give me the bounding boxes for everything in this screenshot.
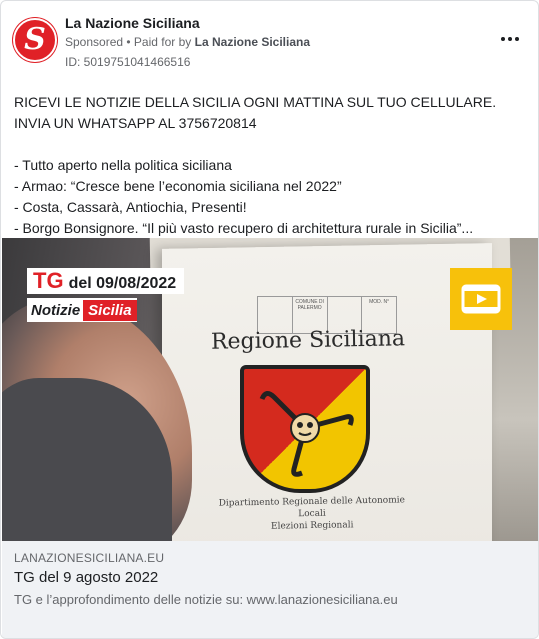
brand-logo-part2: Sicilia [83, 299, 137, 321]
sponsored-line: Sponsored • Paid for by La Nazione Sicil… [65, 35, 310, 49]
ad-id: ID: 5019751041466516 [65, 55, 191, 69]
tg-date: del 09/08/2022 [68, 275, 177, 292]
tg-label: TG [33, 268, 64, 293]
page-name-link[interactable]: La Nazione Siciliana [65, 15, 200, 31]
box-caption-line: Dipartimento Regionale delle Autonomie L… [218, 495, 406, 520]
box-title: Regione Siciliana [210, 326, 406, 355]
video-thumbnail[interactable]: COMUNE DI PALERMO MOD. N° Regione Sicili… [2, 238, 538, 541]
tg-badge: TG del 09/08/2022 [27, 268, 185, 294]
box-caption: Dipartimento Regionale delle Autonomie L… [207, 494, 418, 534]
video-play-icon[interactable] [450, 268, 512, 330]
more-options-icon[interactable] [498, 31, 522, 47]
trinacria-emblem-icon [240, 365, 370, 493]
link-title[interactable]: TG del 9 agosto 2022 [14, 569, 158, 586]
avatar[interactable]: S [13, 18, 57, 62]
post-body: RICEVI LE NOTIZIE DELLA SICILIA OGNI MAT… [14, 92, 530, 239]
link-preview[interactable]: LANAZIONESICILIANA.EU TG del 9 agosto 20… [2, 541, 538, 638]
avatar-letter: S [24, 22, 46, 57]
paid-for-prefix: • Paid for by [126, 35, 192, 49]
brand-logo-part1: Notizie [31, 301, 81, 319]
paid-for-name: La Nazione Siciliana [194, 35, 311, 49]
post-bullet: - Tutto aperto nella politica siciliana [14, 157, 232, 173]
post-bullet: - Costa, Cassarà, Antiochia, Presenti! [14, 199, 247, 215]
post-bullet: - Borgo Bonsignore. “Il più vasto recupe… [14, 220, 474, 236]
post-bullet: - Armao: “Cresce bene l’economia sicilia… [14, 178, 342, 194]
brand-logo: Notizie Sicilia [27, 298, 137, 322]
post-header: S La Nazione Siciliana Sponsored • Paid … [13, 13, 526, 73]
post-intro: RICEVI LE NOTIZIE DELLA SICILIA OGNI MAT… [14, 94, 497, 131]
ad-card: S La Nazione Siciliana Sponsored • Paid … [0, 0, 539, 639]
link-description: TG e l’approfondimento delle notizie su:… [14, 592, 398, 607]
sponsored-label: Sponsored [65, 35, 124, 49]
link-domain: LANAZIONESICILIANA.EU [14, 551, 165, 565]
